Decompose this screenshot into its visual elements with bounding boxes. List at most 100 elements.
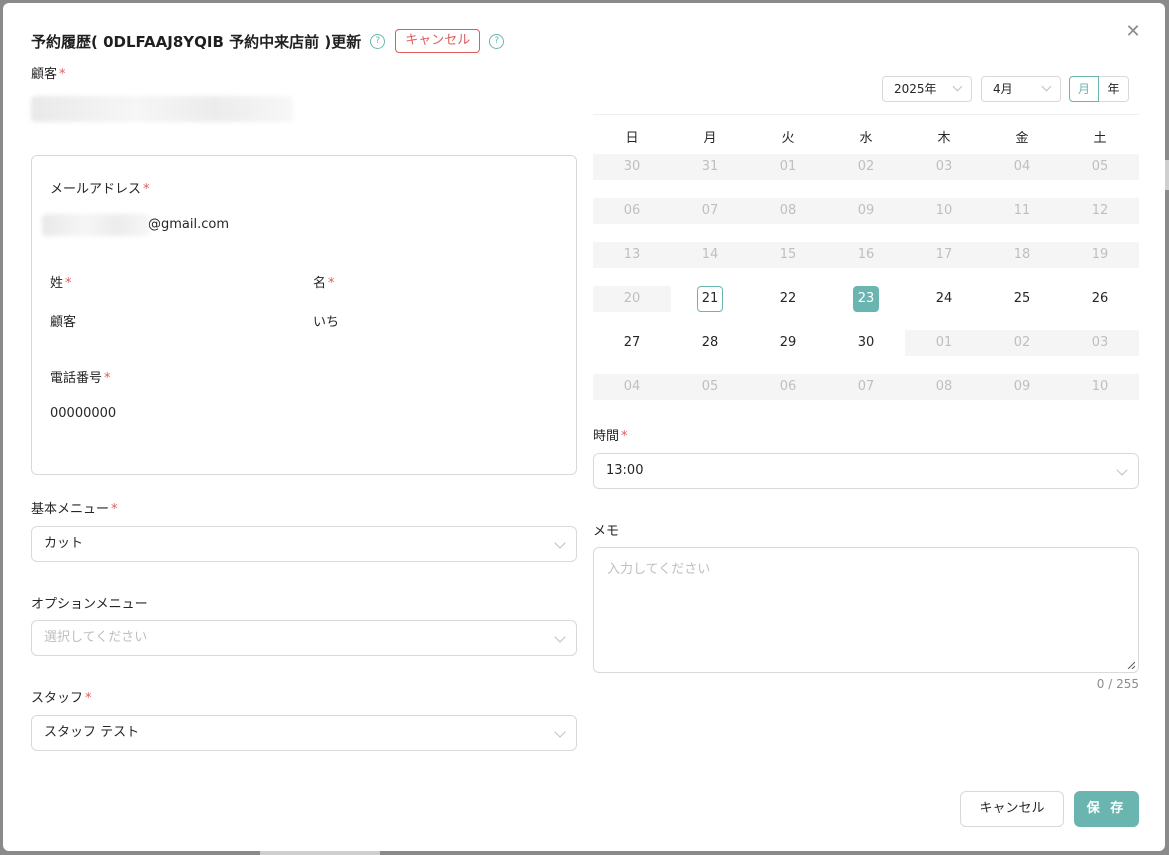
- calendar-day[interactable]: 24: [905, 286, 983, 312]
- mode-month-option[interactable]: 月: [1069, 76, 1099, 102]
- calendar-day[interactable]: 04: [593, 374, 671, 400]
- calendar-day[interactable]: 18: [983, 242, 1061, 268]
- calendar-day[interactable]: 11: [983, 198, 1061, 224]
- customer-label: 顧客 *: [31, 67, 66, 82]
- calendar-day[interactable]: 31: [671, 154, 749, 180]
- day-number: 04: [1013, 159, 1031, 174]
- weekday-header: 火: [781, 131, 795, 146]
- option-menu-select[interactable]: 選択してください: [31, 620, 577, 656]
- calendar-day[interactable]: 01: [905, 330, 983, 356]
- calendar-day[interactable]: 01: [749, 154, 827, 180]
- first-name-value: いち: [313, 315, 340, 330]
- calendar-day[interactable]: 21: [671, 286, 749, 312]
- calendar-day[interactable]: 27: [593, 330, 671, 356]
- calendar-day[interactable]: 03: [905, 154, 983, 180]
- day-number: 26: [1091, 291, 1109, 306]
- reservation-update-dialog: 予約履歴( 0DLFAAJ8YQIB 予約中来店前 )更新 ? キャンセル ? …: [3, 3, 1165, 851]
- calendar-day[interactable]: 14: [671, 242, 749, 268]
- day-number: 31: [701, 159, 719, 174]
- weekday-header: 土: [1093, 131, 1107, 146]
- cancel-button[interactable]: キャンセル: [960, 791, 1064, 827]
- staff-label: スタッフ *: [31, 691, 92, 706]
- day-number: 19: [1091, 247, 1109, 262]
- staff-select[interactable]: スタッフ テスト: [31, 715, 577, 751]
- calendar-day[interactable]: 08: [905, 374, 983, 400]
- calendar-day[interactable]: 03: [1061, 330, 1139, 356]
- calendar-day[interactable]: 13: [593, 242, 671, 268]
- help-icon[interactable]: ?: [370, 33, 386, 49]
- save-button[interactable]: 保 存: [1074, 791, 1139, 827]
- calendar-day[interactable]: 16: [827, 242, 905, 268]
- last-name-value: 顧客: [50, 315, 77, 330]
- year-select[interactable]: 2025年: [882, 76, 972, 102]
- today-day: 21: [697, 286, 723, 312]
- day-number: 03: [1091, 335, 1109, 350]
- basic-menu-select[interactable]: カット: [31, 526, 577, 562]
- chevron-down-icon: [554, 726, 566, 738]
- calendar-day[interactable]: 12: [1061, 198, 1139, 224]
- calendar-day[interactable]: 10: [905, 198, 983, 224]
- day-number: 03: [935, 159, 953, 174]
- chevron-down-icon: [554, 537, 566, 549]
- calendar-day[interactable]: 09: [983, 374, 1061, 400]
- last-name-label: 姓 *: [50, 276, 72, 291]
- time-select[interactable]: 13:00: [593, 453, 1139, 489]
- day-number: 30: [623, 159, 641, 174]
- email-label: メールアドレス *: [50, 182, 150, 197]
- calendar-day[interactable]: 07: [827, 374, 905, 400]
- background-strip: [1165, 160, 1169, 190]
- day-number: 08: [779, 203, 797, 218]
- first-name-label: 名 *: [313, 276, 335, 291]
- day-number: 20: [623, 291, 641, 306]
- calendar-day[interactable]: 15: [749, 242, 827, 268]
- day-number: 01: [779, 159, 797, 174]
- email-redacted: [42, 214, 150, 236]
- weekday-header: 金: [1015, 131, 1029, 146]
- calendar-day[interactable]: 28: [671, 330, 749, 356]
- memo-textarea[interactable]: 入力してください: [593, 547, 1139, 673]
- calendar-day[interactable]: 10: [1061, 374, 1139, 400]
- help-icon[interactable]: ?: [489, 33, 505, 49]
- close-icon[interactable]: ✕: [1123, 22, 1143, 42]
- calendar-day[interactable]: 06: [749, 374, 827, 400]
- status-badge: キャンセル: [395, 29, 481, 53]
- calendar-day[interactable]: 04: [983, 154, 1061, 180]
- calendar-day[interactable]: 30: [827, 330, 905, 356]
- calendar-day[interactable]: 02: [827, 154, 905, 180]
- mode-year-option[interactable]: 年: [1099, 76, 1129, 102]
- calendar-day[interactable]: 08: [749, 198, 827, 224]
- calendar-day[interactable]: 02: [983, 330, 1061, 356]
- day-number: 02: [857, 159, 875, 174]
- calendar-day[interactable]: 26: [1061, 286, 1139, 312]
- day-number: 27: [623, 335, 641, 350]
- day-number: 10: [1091, 379, 1109, 394]
- option-menu-placeholder: 選択してください: [44, 630, 148, 645]
- calendar-day[interactable]: 19: [1061, 242, 1139, 268]
- calendar-day[interactable]: 17: [905, 242, 983, 268]
- weekday-header: 水: [859, 131, 873, 146]
- day-number: 30: [857, 335, 875, 350]
- day-number: 29: [779, 335, 797, 350]
- memo-char-counter: 0 / 255: [1096, 677, 1139, 691]
- day-number: 25: [1013, 291, 1031, 306]
- dialog-title: 予約履歴( 0DLFAAJ8YQIB 予約中来店前 )更新: [31, 32, 362, 51]
- calendar-day[interactable]: 23: [827, 286, 905, 312]
- calendar-day[interactable]: 05: [671, 374, 749, 400]
- day-number: 06: [779, 379, 797, 394]
- calendar-day[interactable]: 22: [749, 286, 827, 312]
- dialog-header: 予約履歴( 0DLFAAJ8YQIB 予約中来店前 )更新 ? キャンセル ?: [31, 29, 505, 53]
- calendar-day[interactable]: 05: [1061, 154, 1139, 180]
- calendar-day[interactable]: 07: [671, 198, 749, 224]
- calendar-mode-switch: 月 年: [1069, 76, 1129, 102]
- calendar-day[interactable]: 09: [827, 198, 905, 224]
- calendar-day[interactable]: 20: [593, 286, 671, 312]
- memo-label: メモ: [593, 524, 620, 539]
- calendar-day[interactable]: 29: [749, 330, 827, 356]
- calendar-day[interactable]: 06: [593, 198, 671, 224]
- calendar-day[interactable]: 25: [983, 286, 1061, 312]
- calendar-day[interactable]: 30: [593, 154, 671, 180]
- day-number: 05: [1091, 159, 1109, 174]
- day-number: 18: [1013, 247, 1031, 262]
- resize-handle-icon[interactable]: [1127, 661, 1135, 669]
- month-select[interactable]: 4月: [981, 76, 1061, 102]
